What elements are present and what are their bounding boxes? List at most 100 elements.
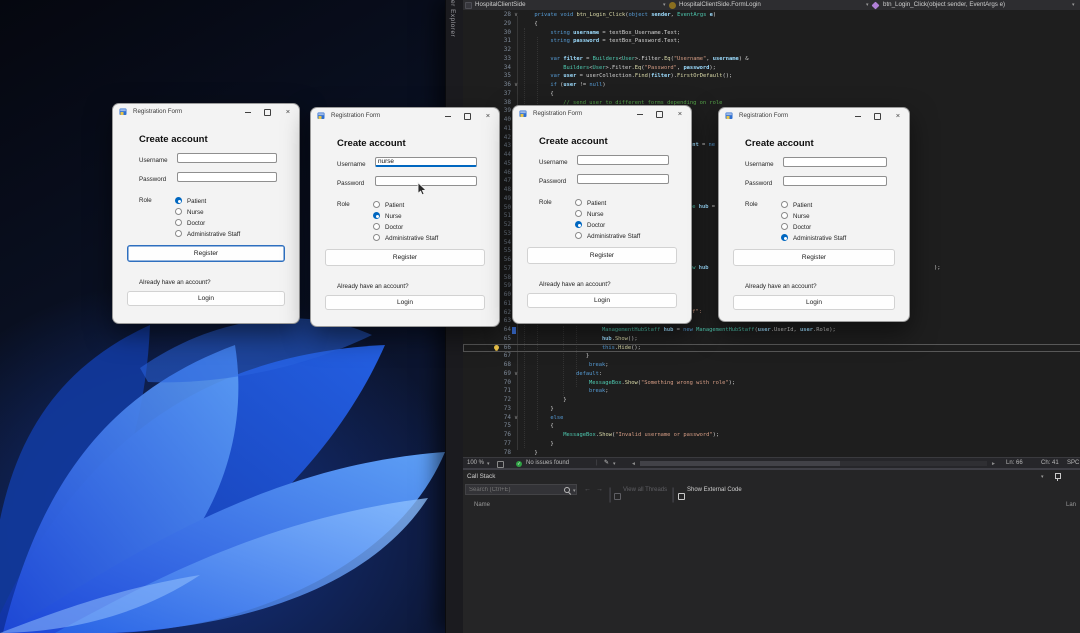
code-line[interactable]: 77}: [463, 440, 1080, 449]
maximize-button[interactable]: [656, 111, 663, 118]
close-button[interactable]: ×: [893, 111, 903, 120]
search-caret[interactable]: ▾: [573, 488, 576, 494]
role-radio-nurse[interactable]: [373, 212, 380, 219]
code-line[interactable]: 36∨if (user != null): [463, 81, 1080, 90]
window-titlebar[interactable]: Registration Form×: [311, 108, 499, 123]
role-radio-administrative-staff[interactable]: [175, 230, 182, 237]
register-button[interactable]: Register: [527, 247, 677, 264]
zoom-level[interactable]: 100 %: [467, 460, 484, 467]
login-button[interactable]: Login: [127, 291, 285, 306]
close-button[interactable]: ×: [675, 109, 685, 118]
line-indicator[interactable]: Ln: 66: [1006, 460, 1023, 467]
server-explorer-vertical-tab[interactable]: er Explorer: [449, 0, 456, 37]
login-button[interactable]: Login: [325, 295, 485, 310]
username-input[interactable]: [177, 153, 277, 163]
role-radio-nurse[interactable]: [575, 210, 582, 217]
window-titlebar[interactable]: Registration Form×: [513, 106, 691, 121]
quick-action-lightbulb-icon[interactable]: [494, 345, 499, 350]
project-dropdown[interactable]: HospitalClientSide: [475, 1, 526, 9]
code-line[interactable]: 74∨else: [463, 414, 1080, 423]
close-button[interactable]: ×: [483, 111, 493, 120]
role-radio-administrative-staff[interactable]: [781, 234, 788, 241]
back-arrow-icon[interactable]: ←: [584, 486, 591, 493]
hscroll-right-arrow[interactable]: ►: [991, 461, 996, 468]
project-dropdown-caret[interactable]: ▾: [663, 1, 666, 9]
code-line[interactable]: 67}: [463, 352, 1080, 361]
pin-icon[interactable]: [1055, 474, 1061, 482]
pen-caret[interactable]: ▾: [613, 461, 616, 468]
maximize-button[interactable]: [264, 109, 271, 116]
zoom-caret[interactable]: ▾: [487, 461, 490, 468]
call-stack-header[interactable]: Call Stack ▾: [463, 470, 1080, 483]
password-input[interactable]: [577, 174, 669, 184]
window-titlebar[interactable]: Registration Form×: [113, 104, 299, 119]
register-button[interactable]: Register: [733, 249, 895, 266]
role-radio-nurse[interactable]: [175, 208, 182, 215]
role-radio-doctor[interactable]: [373, 223, 380, 230]
language-column-header[interactable]: Lan: [1066, 502, 1076, 508]
spaces-indicator[interactable]: SPC: [1067, 460, 1079, 467]
username-input[interactable]: [783, 157, 887, 167]
code-line[interactable]: 68break;: [463, 361, 1080, 370]
role-radio-patient[interactable]: [781, 201, 788, 208]
class-dropdown-caret[interactable]: ▾: [866, 1, 869, 9]
minimize-button[interactable]: [855, 116, 861, 117]
password-input[interactable]: [783, 176, 887, 186]
window-titlebar[interactable]: Registration Form×: [719, 108, 909, 123]
role-radio-administrative-staff[interactable]: [373, 234, 380, 241]
role-radio-nurse[interactable]: [781, 212, 788, 219]
role-radio-patient[interactable]: [373, 201, 380, 208]
code-line[interactable]: 76MessageBox.Show("Invalid username or p…: [463, 431, 1080, 440]
code-line[interactable]: 66this.Hide();: [463, 344, 1080, 353]
code-line[interactable]: 32: [463, 46, 1080, 55]
method-dropdown[interactable]: btn_Login_Click(object sender, EventArgs…: [883, 1, 1005, 9]
password-input[interactable]: [177, 172, 277, 182]
forward-arrow-icon[interactable]: →: [596, 486, 603, 493]
username-input[interactable]: [577, 155, 669, 165]
search-input[interactable]: [465, 484, 577, 495]
edit-mode-pen-icon[interactable]: ✎: [604, 460, 609, 467]
role-radio-doctor[interactable]: [781, 223, 788, 230]
minimize-button[interactable]: [637, 114, 643, 115]
column-indicator[interactable]: Ch: 41: [1041, 460, 1059, 467]
role-radio-patient[interactable]: [575, 199, 582, 206]
name-column-header[interactable]: Name: [474, 502, 490, 508]
register-button[interactable]: Register: [127, 245, 285, 262]
code-line[interactable]: 33var filter = Builders<User>.Filter.Eq(…: [463, 55, 1080, 64]
role-radio-doctor[interactable]: [175, 219, 182, 226]
minimize-button[interactable]: [445, 116, 451, 117]
health-check-icon[interactable]: ✓: [516, 461, 522, 468]
register-button[interactable]: Register: [325, 249, 485, 266]
code-line[interactable]: 75{: [463, 422, 1080, 431]
maximize-button[interactable]: [464, 113, 471, 120]
role-radio-doctor[interactable]: [575, 221, 582, 228]
code-line[interactable]: 70MessageBox.Show("Something wrong with …: [463, 379, 1080, 388]
code-line[interactable]: 72}: [463, 396, 1080, 405]
code-line[interactable]: 78}: [463, 449, 1080, 458]
hscrollbar-thumb[interactable]: [640, 461, 840, 466]
minimize-button[interactable]: [245, 112, 251, 113]
code-line[interactable]: 31string password = textBox_Password.Tex…: [463, 37, 1080, 46]
login-button[interactable]: Login: [527, 293, 677, 308]
hscroll-left-arrow[interactable]: ◄: [631, 461, 636, 468]
code-line[interactable]: 73}: [463, 405, 1080, 414]
code-line[interactable]: 69∨default:: [463, 370, 1080, 379]
close-button[interactable]: ×: [283, 107, 293, 116]
search-icon[interactable]: [564, 487, 570, 493]
code-line[interactable]: 28∨private void btn_Login_Click(object s…: [463, 11, 1080, 20]
method-dropdown-caret[interactable]: ▾: [1072, 1, 1075, 9]
role-radio-patient[interactable]: [175, 197, 182, 204]
code-line[interactable]: 29{: [463, 20, 1080, 29]
panel-options-caret[interactable]: ▾: [1041, 474, 1044, 480]
maximize-button[interactable]: [874, 113, 881, 120]
code-line[interactable]: 71break;: [463, 387, 1080, 396]
role-radio-administrative-staff[interactable]: [575, 232, 582, 239]
code-line[interactable]: 65hub.Show();: [463, 335, 1080, 344]
code-line[interactable]: 34Builders<User>.Filter.Eq("Password", p…: [463, 64, 1080, 73]
view-all-threads-button[interactable]: View all Threads: [623, 487, 667, 493]
code-line[interactable]: 37{: [463, 90, 1080, 99]
class-dropdown[interactable]: HospitalClientSide.FormLogin: [679, 1, 761, 9]
call-stack-body[interactable]: [463, 511, 1080, 633]
username-input[interactable]: [375, 157, 477, 167]
health-status[interactable]: No issues found: [526, 460, 569, 467]
